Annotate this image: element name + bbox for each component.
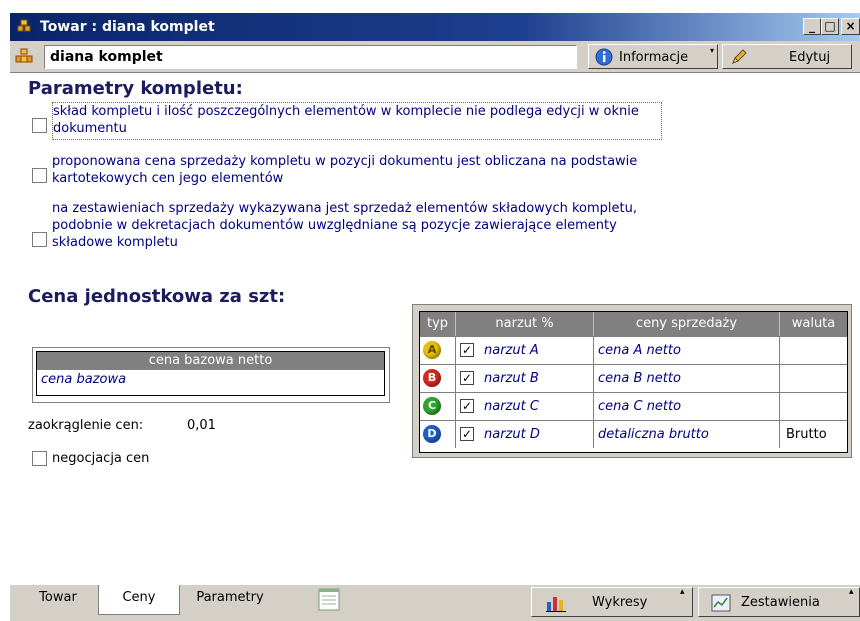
option-1-checkbox[interactable] xyxy=(32,118,47,133)
pencil-icon xyxy=(729,47,749,71)
row-c-price[interactable]: cena C netto xyxy=(594,393,780,420)
row-c-currency[interactable] xyxy=(780,393,847,420)
tab-towar-label: Towar xyxy=(39,590,77,605)
row-b-price[interactable]: cena B netto xyxy=(594,365,780,392)
product-icon xyxy=(16,19,32,35)
row-b-markup[interactable]: narzut B xyxy=(480,365,539,392)
row-d-checkbox[interactable]: ✓ xyxy=(460,427,474,441)
row-d-markup[interactable]: narzut D xyxy=(480,421,540,448)
price-table: typ narzut % ceny sprzedaży waluta A ✓ n… xyxy=(419,311,848,453)
row-a-markup[interactable]: narzut A xyxy=(480,337,539,364)
product-window: Towar : diana komplet _ □ × diana komple… xyxy=(10,13,860,621)
row-a-price[interactable]: cena A netto xyxy=(594,337,780,364)
option-2-checkbox[interactable] xyxy=(32,168,47,183)
row-d-currency[interactable]: Brutto xyxy=(780,421,847,448)
price-row-b[interactable]: B ✓ narzut B cena B netto xyxy=(420,364,847,392)
row-a-checkbox[interactable]: ✓ xyxy=(460,343,474,357)
price-table-frame: typ narzut % ceny sprzedaży waluta A ✓ n… xyxy=(412,304,852,458)
base-price-grid: cena bazowa netto cena bazowa xyxy=(32,347,390,403)
tab-ceny-label: Ceny xyxy=(122,590,156,605)
content-panel: Parametry kompletu: skład kompletu i ilo… xyxy=(10,72,860,586)
info-button-label: Informacje xyxy=(619,50,689,65)
row-a-currency[interactable] xyxy=(780,337,847,364)
option-2-label[interactable]: proponowana cena sprzedaży kompletu w po… xyxy=(52,153,682,187)
tab-parametry[interactable]: Parametry xyxy=(180,585,280,615)
dropdown-arrow-icon: ▾ xyxy=(710,46,715,55)
price-row-a[interactable]: A ✓ narzut A cena A netto xyxy=(420,336,847,364)
rounding-value[interactable]: 0,01 xyxy=(187,418,216,433)
notepad-icon[interactable] xyxy=(316,586,342,616)
row-c-checkbox[interactable]: ✓ xyxy=(460,399,474,413)
minimize-icon: _ xyxy=(809,19,815,33)
maximize-button[interactable]: □ xyxy=(821,18,839,35)
row-c-markup[interactable]: narzut C xyxy=(480,393,539,420)
maximize-icon: □ xyxy=(824,19,836,33)
negotiation-label[interactable]: negocjacja cen xyxy=(52,451,149,466)
charts-button-label: Wykresy xyxy=(592,595,648,610)
close-icon: × xyxy=(845,19,856,33)
price-section-title: Cena jednostkowa za szt: xyxy=(28,286,286,307)
charts-button[interactable]: Wykresy ▴ xyxy=(531,587,693,617)
edit-button-label: Edytuj xyxy=(789,50,831,65)
tab-ceny[interactable]: Ceny xyxy=(98,585,180,615)
price-row-d[interactable]: D ✓ narzut D detaliczna brutto Brutto xyxy=(420,420,847,448)
reports-arrow-icon: ▴ xyxy=(849,587,854,597)
product-name-field[interactable]: diana komplet xyxy=(44,45,577,69)
params-title: Parametry kompletu: xyxy=(28,78,243,99)
minimize-button[interactable]: _ xyxy=(803,18,821,35)
reports-icon xyxy=(711,594,731,616)
price-a-icon: A xyxy=(423,341,441,359)
col-price-header: ceny sprzedaży xyxy=(594,312,780,336)
close-button[interactable]: × xyxy=(841,18,860,35)
price-c-icon: C xyxy=(423,397,441,415)
row-b-currency[interactable] xyxy=(780,365,847,392)
tab-parametry-label: Parametry xyxy=(196,590,264,605)
edit-button[interactable]: Edytuj xyxy=(722,44,852,69)
header-bar: diana komplet Informacje ▾ Edytuj xyxy=(10,41,860,71)
title-bar[interactable]: Towar : diana komplet _ □ × xyxy=(10,13,860,41)
option-1-label[interactable]: skład kompletu i ilość poszczególnych el… xyxy=(52,102,662,140)
info-button[interactable]: Informacje ▾ xyxy=(588,44,718,69)
window-title: Towar : diana komplet xyxy=(40,19,215,35)
bottom-bar: Towar Ceny Parametry Wykresy ▴ Zestawien… xyxy=(10,585,860,621)
price-row-c[interactable]: C ✓ narzut C cena C netto xyxy=(420,392,847,420)
bar-chart-icon xyxy=(546,594,566,616)
col-currency-header: waluta xyxy=(780,312,847,336)
reports-button[interactable]: Zestawienia ▴ xyxy=(698,587,860,617)
option-3-checkbox[interactable] xyxy=(32,232,47,247)
tab-towar[interactable]: Towar xyxy=(18,585,98,615)
col-type-header: typ xyxy=(420,312,456,336)
price-d-icon: D xyxy=(423,425,441,443)
option-3-label[interactable]: na zestawieniach sprzedaży wykazywana je… xyxy=(52,200,662,251)
row-d-price[interactable]: detaliczna brutto xyxy=(594,421,780,448)
reports-button-label: Zestawienia xyxy=(741,595,820,610)
negotiation-checkbox[interactable] xyxy=(32,451,47,466)
rounding-label: zaokrąglenie cen: xyxy=(28,418,144,433)
col-markup-header: narzut % xyxy=(456,312,594,336)
charts-arrow-icon: ▴ xyxy=(680,587,685,597)
base-price-header: cena bazowa netto xyxy=(37,352,384,370)
price-b-icon: B xyxy=(423,369,441,387)
info-icon xyxy=(595,48,613,70)
row-b-checkbox[interactable]: ✓ xyxy=(460,371,474,385)
base-price-cell[interactable]: cena bazowa xyxy=(41,372,126,387)
product-set-icon xyxy=(15,48,33,64)
